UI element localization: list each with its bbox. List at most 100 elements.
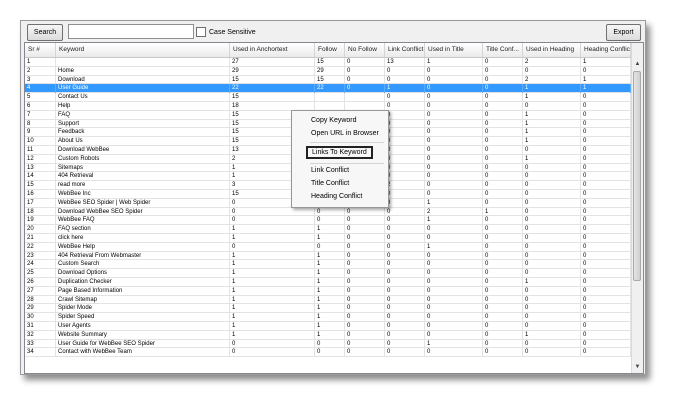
menu-item-open-url[interactable]: Open URL in Browser <box>311 130 379 137</box>
table-row[interactable]: 2 Home 29 29 0 0 0 0 0 0 <box>25 66 631 76</box>
column-header-sr-number[interactable]: Sr # <box>25 43 56 57</box>
cell-used-in-title: 0 <box>425 119 483 129</box>
table-row[interactable]: 33 User Guide for WebBee SEO Spider 0 0 0 0 1 0… <box>25 339 631 349</box>
table-row[interactable]: 26 Duplication Checker 1 1 0 0 0 0 1 0 <box>25 277 631 287</box>
column-header-no-follow[interactable]: No Follow <box>345 43 385 57</box>
cell-keyword: Page Based Information <box>56 286 230 296</box>
table-row[interactable]: 28 Crawl Sitemap 1 1 0 0 0 0 0 0 <box>25 295 631 305</box>
table-row[interactable]: 1 27 15 0 13 1 0 2 1 <box>25 58 631 67</box>
export-button[interactable]: Export <box>606 24 641 41</box>
table-row[interactable]: 25 Download Options 1 1 0 0 0 0 0 0 <box>25 269 631 278</box>
table-row[interactable]: 20 FAQ section 1 1 0 0 0 0 0 0 <box>25 225 631 234</box>
table-row[interactable]: 24 Custom Search 1 1 0 0 0 0 0 0 <box>25 260 631 270</box>
table-row[interactable]: 4 User Guide 22 22 0 1 0 0 1 1 <box>25 84 631 94</box>
cell-link-conflict: 0 <box>385 277 425 287</box>
cell-title-conflict: 0 <box>483 225 523 234</box>
cell-follow: 1 <box>315 260 345 270</box>
vertical-scrollbar[interactable]: ▲ ▼ <box>631 43 643 373</box>
cell-heading-conflict: 0 <box>581 286 631 296</box>
column-header-keyword[interactable]: Keyword <box>56 43 230 57</box>
cell-no-follow: 0 <box>345 330 385 340</box>
cell-link-conflict: 0 <box>385 286 425 296</box>
cell-title-conflict: 0 <box>483 286 523 296</box>
cell-keyword: Crawl Sitemap <box>56 295 230 305</box>
cell-used-in-heading: 0 <box>523 172 581 182</box>
cell-no-follow: 0 <box>345 295 385 305</box>
cell-used-in-heading: 0 <box>523 286 581 296</box>
table-row[interactable]: 19 WebBee FAQ 0 0 0 0 1 0 0 0 <box>25 216 631 226</box>
case-sensitive-checkbox[interactable] <box>196 27 206 37</box>
search-button[interactable]: Search <box>27 24 63 41</box>
cell-keyword: Download <box>56 75 230 85</box>
table-row[interactable]: 34 Contact with WebBee Team 0 0 0 0 0 0 0 0 <box>25 348 631 358</box>
column-header-used-in-heading[interactable]: Used in Heading <box>523 43 581 57</box>
cell-sr-number: 13 <box>25 163 56 173</box>
cell-title-conflict: 0 <box>483 260 523 270</box>
cell-sr-number: 5 <box>25 93 56 102</box>
table-row[interactable]: 27 Page Based Information 1 1 0 0 0 0 0 0 <box>25 286 631 296</box>
menu-item-copy-keyword[interactable]: Copy Keyword <box>311 117 357 124</box>
cell-heading-conflict: 0 <box>581 181 631 190</box>
menu-item-link-conflict[interactable]: Link Conflict <box>311 167 349 174</box>
cell-sr-number: 15 <box>25 181 56 190</box>
cell-heading-conflict: 0 <box>581 269 631 278</box>
table-row[interactable]: 22 WebBee Help 0 0 0 0 1 0 0 0 <box>25 242 631 252</box>
cell-heading-conflict: 0 <box>581 242 631 252</box>
table-row[interactable]: 18 Download WebBee SEO Spider 0 0 0 0 2 1 0 0 <box>25 207 631 217</box>
menu-item-links-to-keyword[interactable]: Links To Keyword <box>306 146 373 159</box>
cell-link-conflict: 0 <box>385 295 425 305</box>
table-row[interactable]: 23 404 Retrieval From Webmaster 1 1 0 0 0 0 0 0 <box>25 251 631 261</box>
cell-link-conflict: 0 <box>385 128 425 138</box>
cell-link-conflict: 0 <box>385 198 425 208</box>
column-header-used-in-anchortext[interactable]: Used in Anchortext <box>230 43 315 57</box>
cell-title-conflict: 0 <box>483 75 523 85</box>
table-row[interactable]: 5 Contact Us 15 0 0 0 1 0 <box>25 93 631 102</box>
cell-title-conflict: 0 <box>483 137 523 146</box>
cell-title-conflict: 0 <box>483 251 523 261</box>
table-row[interactable]: 21 click here 1 1 0 0 0 0 0 0 <box>25 233 631 243</box>
cell-sr-number: 30 <box>25 313 56 322</box>
column-header-follow[interactable]: Follow <box>315 43 345 57</box>
cell-no-follow: 0 <box>345 242 385 252</box>
cell-heading-conflict: 0 <box>581 339 631 349</box>
cell-title-conflict: 0 <box>483 93 523 102</box>
table-row[interactable]: 3 Download 15 15 0 0 0 0 2 1 <box>25 75 631 85</box>
cell-sr-number: 17 <box>25 198 56 208</box>
cell-link-conflict: 0 <box>385 321 425 331</box>
cell-used-in-anchortext: 0 <box>230 207 315 217</box>
table-row[interactable]: 29 Spider Mode 1 1 0 0 0 0 0 0 <box>25 304 631 314</box>
cell-sr-number: 25 <box>25 269 56 278</box>
scroll-up-arrow-icon[interactable]: ▲ <box>632 59 643 70</box>
column-header-title-conflict[interactable]: Title Conf... <box>483 43 523 57</box>
cell-title-conflict: 0 <box>483 216 523 226</box>
cell-follow: 0 <box>315 242 345 252</box>
cell-heading-conflict: 1 <box>581 58 631 67</box>
cell-keyword: FAQ <box>56 110 230 120</box>
column-header-heading-conflict[interactable]: Heading Conflict <box>581 43 631 57</box>
cell-sr-number: 29 <box>25 304 56 314</box>
cell-sr-number: 1 <box>25 58 56 67</box>
cell-used-in-heading: 0 <box>523 251 581 261</box>
cell-used-in-title: 0 <box>425 75 483 85</box>
cell-title-conflict: 0 <box>483 348 523 358</box>
menu-separator <box>310 142 384 143</box>
cell-keyword: Feedback <box>56 128 230 138</box>
scroll-thumb[interactable] <box>633 71 641 281</box>
menu-item-title-conflict[interactable]: Title Conflict <box>311 180 349 187</box>
column-header-used-in-title[interactable]: Used in Title <box>425 43 483 57</box>
cell-used-in-title: 0 <box>425 66 483 76</box>
cell-link-conflict: 0 <box>385 207 425 217</box>
column-header-link-conflict[interactable]: Link Conflict <box>385 43 425 57</box>
cell-used-in-anchortext: 1 <box>230 330 315 340</box>
table-row[interactable]: 32 Website Summary 1 1 0 0 0 0 1 0 <box>25 330 631 340</box>
cell-keyword: FAQ section <box>56 225 230 234</box>
table-row[interactable]: 30 Spider Speed 1 1 0 0 0 0 0 0 <box>25 313 631 322</box>
table-row[interactable]: 31 User Agents 1 1 0 0 0 0 0 0 <box>25 321 631 331</box>
menu-item-heading-conflict[interactable]: Heading Conflict <box>311 193 362 200</box>
search-input[interactable] <box>68 24 194 39</box>
cell-no-follow: 0 <box>345 225 385 234</box>
cell-used-in-heading: 1 <box>523 110 581 120</box>
cell-used-in-title: 0 <box>425 233 483 243</box>
case-sensitive-option[interactable]: Case Sensitive <box>196 26 256 38</box>
scroll-down-arrow-icon[interactable]: ▼ <box>632 362 643 373</box>
